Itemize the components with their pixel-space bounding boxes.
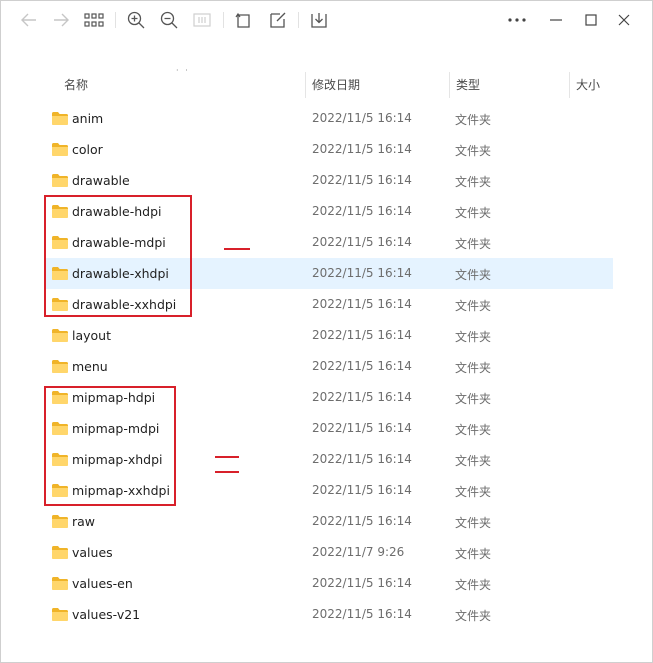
modified-date: 2022/11/5 16:14 <box>312 111 412 125</box>
file-name: values <box>72 545 113 560</box>
file-type: 文件夹 <box>455 485 492 499</box>
list-item[interactable]: menu 2022/11/5 16:14 文件夹 <box>46 351 613 382</box>
column-header-name[interactable]: 名称 <box>64 76 88 93</box>
file-name: anim <box>72 111 104 126</box>
modified-date: 2022/11/5 16:14 <box>312 514 412 528</box>
annotation-mark-one <box>224 248 250 250</box>
folder-icon <box>51 514 69 529</box>
close-icon[interactable] <box>613 9 635 31</box>
folder-icon <box>51 359 69 374</box>
file-type: 文件夹 <box>455 237 492 251</box>
modified-date: 2022/11/5 16:14 <box>312 483 412 497</box>
file-type: 文件夹 <box>455 299 492 313</box>
modified-date: 2022/11/5 16:14 <box>312 173 412 187</box>
file-name: values-v21 <box>72 607 141 622</box>
modified-date: 2022/11/5 16:14 <box>312 297 412 311</box>
modified-date: 2022/11/5 16:14 <box>312 328 412 342</box>
forward-arrow-icon[interactable] <box>50 9 72 31</box>
modified-date: 2022/11/5 16:14 <box>312 266 412 280</box>
folder-icon <box>51 111 69 126</box>
list-item[interactable]: drawable 2022/11/5 16:14 文件夹 <box>46 165 613 196</box>
file-type: 文件夹 <box>455 175 492 189</box>
file-name: raw <box>72 514 96 529</box>
file-name: values-en <box>72 576 133 591</box>
folder-icon <box>51 142 69 157</box>
fit-icon[interactable] <box>191 9 213 31</box>
modified-date: 2022/11/5 16:14 <box>312 576 412 590</box>
list-item[interactable]: color 2022/11/5 16:14 文件夹 <box>46 134 613 165</box>
folder-icon <box>51 328 69 343</box>
list-item[interactable]: values 2022/11/7 9:26 文件夹 <box>46 537 613 568</box>
zoom-in-icon[interactable] <box>125 9 147 31</box>
download-icon[interactable] <box>308 9 330 31</box>
minimize-icon[interactable] <box>545 9 567 31</box>
file-name: color <box>72 142 103 157</box>
modified-date: 2022/11/5 16:14 <box>312 421 412 435</box>
file-type: 文件夹 <box>455 268 492 282</box>
rotate-icon[interactable] <box>233 9 255 31</box>
file-type: 文件夹 <box>455 113 492 127</box>
modified-date: 2022/11/5 16:14 <box>312 204 412 218</box>
annotation-box-drawable <box>44 195 192 317</box>
column-header-size[interactable]: 大小 <box>576 76 600 93</box>
modified-date: 2022/11/5 16:14 <box>312 235 412 249</box>
sort-indicator: · · <box>176 66 190 75</box>
list-item[interactable]: values-v21 2022/11/5 16:14 文件夹 <box>46 599 613 630</box>
file-type: 文件夹 <box>455 330 492 344</box>
modified-date: 2022/11/5 16:14 <box>312 452 412 466</box>
file-type: 文件夹 <box>455 454 492 468</box>
file-name: layout <box>72 328 112 343</box>
modified-date: 2022/11/5 16:14 <box>312 359 412 373</box>
modified-date: 2022/11/5 16:14 <box>312 142 412 156</box>
file-type: 文件夹 <box>455 578 492 592</box>
column-header-modified[interactable]: 修改日期 <box>312 76 360 93</box>
folder-icon <box>51 545 69 560</box>
list-item[interactable]: raw 2022/11/5 16:14 文件夹 <box>46 506 613 537</box>
file-type: 文件夹 <box>455 609 492 623</box>
file-type: 文件夹 <box>455 206 492 220</box>
annotation-mark-two-bottom <box>215 471 239 473</box>
file-name: menu <box>72 359 108 374</box>
folder-icon <box>51 173 69 188</box>
file-type: 文件夹 <box>455 144 492 158</box>
file-name: drawable <box>72 173 130 188</box>
modified-date: 2022/11/5 16:14 <box>312 607 412 621</box>
modified-date: 2022/11/5 16:14 <box>312 390 412 404</box>
folder-icon <box>51 607 69 622</box>
modified-date: 2022/11/7 9:26 <box>312 545 405 559</box>
list-item[interactable]: layout 2022/11/5 16:14 文件夹 <box>46 320 613 351</box>
folder-icon <box>51 576 69 591</box>
grid-view-icon[interactable] <box>83 9 105 31</box>
annotation-mark-two-top <box>215 456 239 458</box>
list-item[interactable]: anim 2022/11/5 16:14 文件夹 <box>46 103 613 134</box>
file-type: 文件夹 <box>455 423 492 437</box>
file-type: 文件夹 <box>455 516 492 530</box>
file-type: 文件夹 <box>455 361 492 375</box>
file-type: 文件夹 <box>455 547 492 561</box>
file-type: 文件夹 <box>455 392 492 406</box>
edit-icon[interactable] <box>267 9 289 31</box>
zoom-out-icon[interactable] <box>158 9 180 31</box>
more-icon[interactable] <box>506 9 528 31</box>
list-item[interactable]: values-en 2022/11/5 16:14 文件夹 <box>46 568 613 599</box>
column-header-type[interactable]: 类型 <box>456 76 480 93</box>
annotation-box-mipmap <box>44 386 176 506</box>
maximize-icon[interactable] <box>580 9 602 31</box>
back-arrow-icon[interactable] <box>18 9 40 31</box>
